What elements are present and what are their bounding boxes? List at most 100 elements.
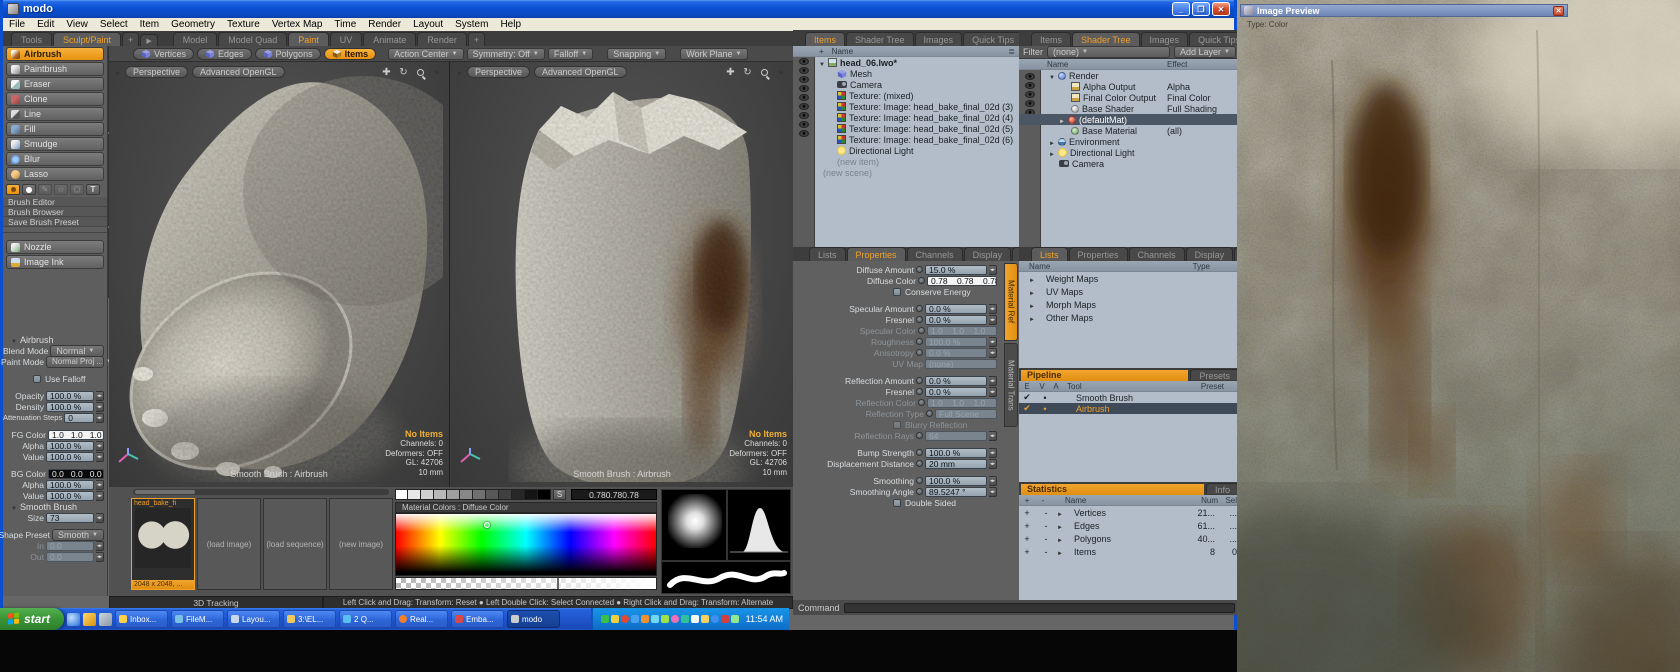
other-maps-row[interactable]: Other Maps <box>1019 311 1240 324</box>
mode-items-button[interactable]: Items <box>324 48 377 60</box>
tab-presets[interactable]: Presets <box>1190 369 1239 380</box>
taskbar-button-embarcadero[interactable]: Emba... <box>451 610 504 628</box>
modo-titlebar[interactable]: modo _ ❐ ✕ <box>3 0 1234 18</box>
spinner-icon[interactable]: ◂▸ <box>989 387 997 397</box>
diffuse-color-field[interactable]: 0.78 0.78 0.78 <box>927 276 997 286</box>
save-brush-preset-link[interactable]: Save Brush Preset <box>3 217 107 227</box>
shader-row-base-material[interactable]: Base Material(all) <box>1019 125 1240 136</box>
tab-images[interactable]: Images <box>1141 32 1189 46</box>
fg-alpha-field[interactable]: 100.0 % <box>46 441 94 451</box>
alpha-slider[interactable] <box>395 577 657 590</box>
shader-row-render[interactable]: Render <box>1019 70 1240 81</box>
opacity-field[interactable]: 100.0 % <box>46 391 94 401</box>
tab-images[interactable]: Images <box>915 32 963 46</box>
envelope-icon[interactable] <box>916 488 923 495</box>
envelope-icon[interactable] <box>916 388 923 395</box>
minimize-icon[interactable]: _ <box>1172 2 1190 16</box>
tray-icon[interactable] <box>641 615 649 623</box>
tray-icon[interactable] <box>651 615 659 623</box>
brush-browser-link[interactable]: Brush Browser <box>3 207 107 217</box>
pipeline-row-smooth-brush[interactable]: ✔•Smooth Brush <box>1019 392 1240 403</box>
enable-check-icon[interactable]: ✔ <box>1019 403 1035 414</box>
tray-icon[interactable] <box>621 615 629 623</box>
taskbar-button-quicktime[interactable]: 2 Q... <box>339 610 392 628</box>
action-center-select[interactable]: Action Center <box>388 48 463 60</box>
tab-scroll-icon[interactable]: ▶ <box>140 34 157 46</box>
expand-icon[interactable] <box>1029 313 1035 323</box>
item-row-texture[interactable]: Texture: Image: head_bake_final_02d (5) <box>793 123 1019 134</box>
plus-icon[interactable]: + <box>1019 521 1035 531</box>
viewport-style-select[interactable]: Perspective <box>467 66 530 78</box>
brush-tip-round-button[interactable] <box>6 184 20 195</box>
envelope-icon[interactable] <box>916 305 923 312</box>
new-image-cell[interactable]: (new image) <box>329 498 393 590</box>
add-layer-select[interactable]: Add Layer <box>1174 46 1236 58</box>
menu-texture[interactable]: Texture <box>221 18 266 31</box>
image-thumbnail-head-bake[interactable]: head_bake_fi 2048 x 2048, ... <box>131 498 195 590</box>
zoom-icon[interactable] <box>759 67 770 78</box>
tab-material-ref[interactable]: Material Ref <box>1004 263 1018 341</box>
tool-clone[interactable]: Clone <box>6 92 104 106</box>
viewport-shading-select[interactable]: Advanced OpenGL <box>534 66 627 78</box>
spinner-icon[interactable]: ◂▸ <box>96 402 104 412</box>
spinner-icon[interactable]: ◂▸ <box>989 265 997 275</box>
tab-items[interactable]: Items <box>805 32 845 46</box>
tool-fill[interactable]: Fill <box>6 122 104 136</box>
tray-icon[interactable] <box>681 615 689 623</box>
tool-nozzle[interactable]: Nozzle <box>6 240 104 254</box>
alpha-slider-handle[interactable] <box>557 578 559 589</box>
close-icon[interactable]: ✕ <box>1553 6 1564 16</box>
tab-properties[interactable]: Properties <box>847 247 906 261</box>
menu-geometry[interactable]: Geometry <box>165 18 221 31</box>
fg-color-field[interactable]: 1.0 1.0 1.0 <box>48 430 104 440</box>
viewport-right[interactable]: Perspective Advanced OpenGL ✚ ↻ No Items… <box>451 62 793 487</box>
mode-vertices-button[interactable]: Vertices <box>133 48 194 60</box>
item-row-texture[interactable]: Texture: (mixed) <box>793 90 1019 101</box>
pipeline-title-tab[interactable]: Pipeline <box>1021 370 1188 381</box>
tab-display[interactable]: Display <box>1186 247 1234 261</box>
tab-shader-tree[interactable]: Shader Tree <box>1072 32 1140 46</box>
shader-row-final-color[interactable]: Final Color OutputFinal Color <box>1019 92 1240 103</box>
pipeline-row-airbrush[interactable]: ✔•Airbrush <box>1019 403 1240 414</box>
tray-icon[interactable] <box>601 615 609 623</box>
tab-render[interactable]: Render <box>417 32 467 46</box>
viewport-options-icon[interactable] <box>776 67 787 78</box>
menu-vertex-map[interactable]: Vertex Map <box>266 18 329 31</box>
menu-help[interactable]: Help <box>494 18 527 31</box>
shader-row-alpha-output[interactable]: Alpha OutputAlpha <box>1019 81 1240 92</box>
filter-select[interactable]: (none) <box>1047 46 1170 58</box>
shape-preset-select[interactable]: Smooth <box>52 529 104 541</box>
expand-icon[interactable] <box>1029 274 1035 284</box>
tab-channels[interactable]: Channels <box>907 247 963 261</box>
tray-icon[interactable] <box>711 615 719 623</box>
viewport-options-icon[interactable] <box>432 67 443 78</box>
item-row-scene[interactable]: head_06.lwo* <box>793 57 1019 68</box>
spinner-icon[interactable]: ◂▸ <box>989 476 997 486</box>
tab-sculpt-paint[interactable]: Sculpt/Paint <box>53 32 121 46</box>
brush-tip-procedural-button[interactable]: ✎ <box>38 184 52 195</box>
taskbar-button-inbox[interactable]: Inbox... <box>115 610 168 628</box>
enable-check-icon[interactable]: ✔ <box>1019 392 1035 403</box>
expand-icon[interactable] <box>1049 137 1055 147</box>
taskbar-button-modo[interactable]: modo <box>507 610 560 628</box>
work-plane-select[interactable]: Work Plane <box>680 48 747 60</box>
density-field[interactable]: 100.0 % <box>46 402 94 412</box>
section-expand-icon[interactable] <box>11 502 17 512</box>
tool-lasso[interactable]: Lasso <box>6 167 104 181</box>
specular-amount-field[interactable]: 0.0 % <box>925 304 987 314</box>
load-sequence-cell[interactable]: (load sequence) <box>263 498 327 590</box>
pan-icon[interactable]: ✚ <box>725 67 736 78</box>
uv-maps-row[interactable]: UV Maps <box>1019 285 1240 298</box>
mode-polygons-button[interactable]: Polygons <box>255 48 321 60</box>
grayscale-ramp[interactable] <box>395 489 551 500</box>
plus-icon[interactable]: + <box>1019 508 1035 518</box>
menu-item[interactable]: Item <box>134 18 165 31</box>
tab-display[interactable]: Display <box>964 247 1012 261</box>
viewport-left[interactable]: Perspective Advanced OpenGL ✚ ↻ No Items… <box>109 62 450 487</box>
tool-smudge[interactable]: Smudge <box>6 137 104 151</box>
taskbar-button-filemaker[interactable]: FileM... <box>171 610 224 628</box>
plus-icon[interactable]: + <box>1019 547 1035 557</box>
viewport-menu-icon[interactable] <box>115 67 121 77</box>
spinner-icon[interactable]: ◂▸ <box>989 304 997 314</box>
attenuation-steps-field[interactable]: 0 <box>64 413 94 423</box>
